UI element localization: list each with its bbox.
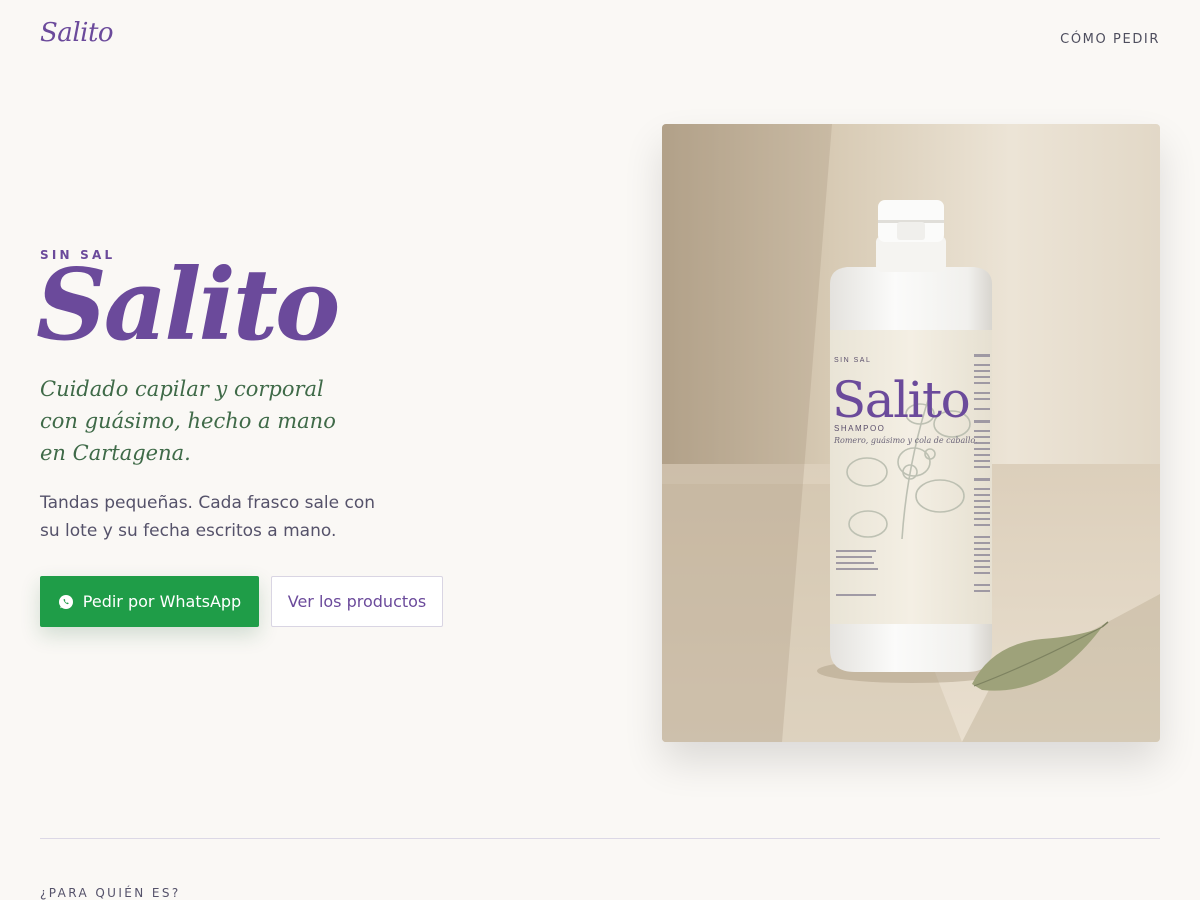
whatsapp-icon bbox=[58, 594, 73, 609]
product-photo: SIN SAL Salito SHAMPOO Romero, guásimo y… bbox=[662, 124, 1160, 742]
bottle-label-brand: Salito bbox=[832, 371, 969, 429]
bottle-label-type: SHAMPOO bbox=[834, 424, 885, 433]
hero-title: Salito bbox=[36, 248, 340, 363]
section-label-para-quien: ¿PARA QUIÉN ES? bbox=[40, 886, 181, 900]
bottle-label-ingredients: Romero, guásimo y cola de caballo. bbox=[833, 436, 978, 445]
whatsapp-order-button[interactable]: Pedir por WhatsApp bbox=[40, 576, 259, 627]
hero-tagline: Cuidado capilar y corporal con guásimo, … bbox=[40, 377, 336, 465]
section-divider bbox=[40, 838, 1160, 839]
view-products-button[interactable]: Ver los productos bbox=[271, 576, 443, 627]
bottle-label-eyebrow: SIN SAL bbox=[834, 357, 871, 364]
whatsapp-order-button-label: Pedir por WhatsApp bbox=[82, 592, 242, 611]
site-logo[interactable]: Salito bbox=[40, 18, 114, 48]
nav-link-como-pedir[interactable]: CÓMO PEDIR bbox=[1060, 32, 1160, 47]
shampoo-bottle-image: SIN SAL Salito SHAMPOO Romero, guásimo y… bbox=[662, 124, 1160, 742]
hero-description: Tandas pequeñas. Cada frasco sale con su… bbox=[40, 493, 376, 541]
